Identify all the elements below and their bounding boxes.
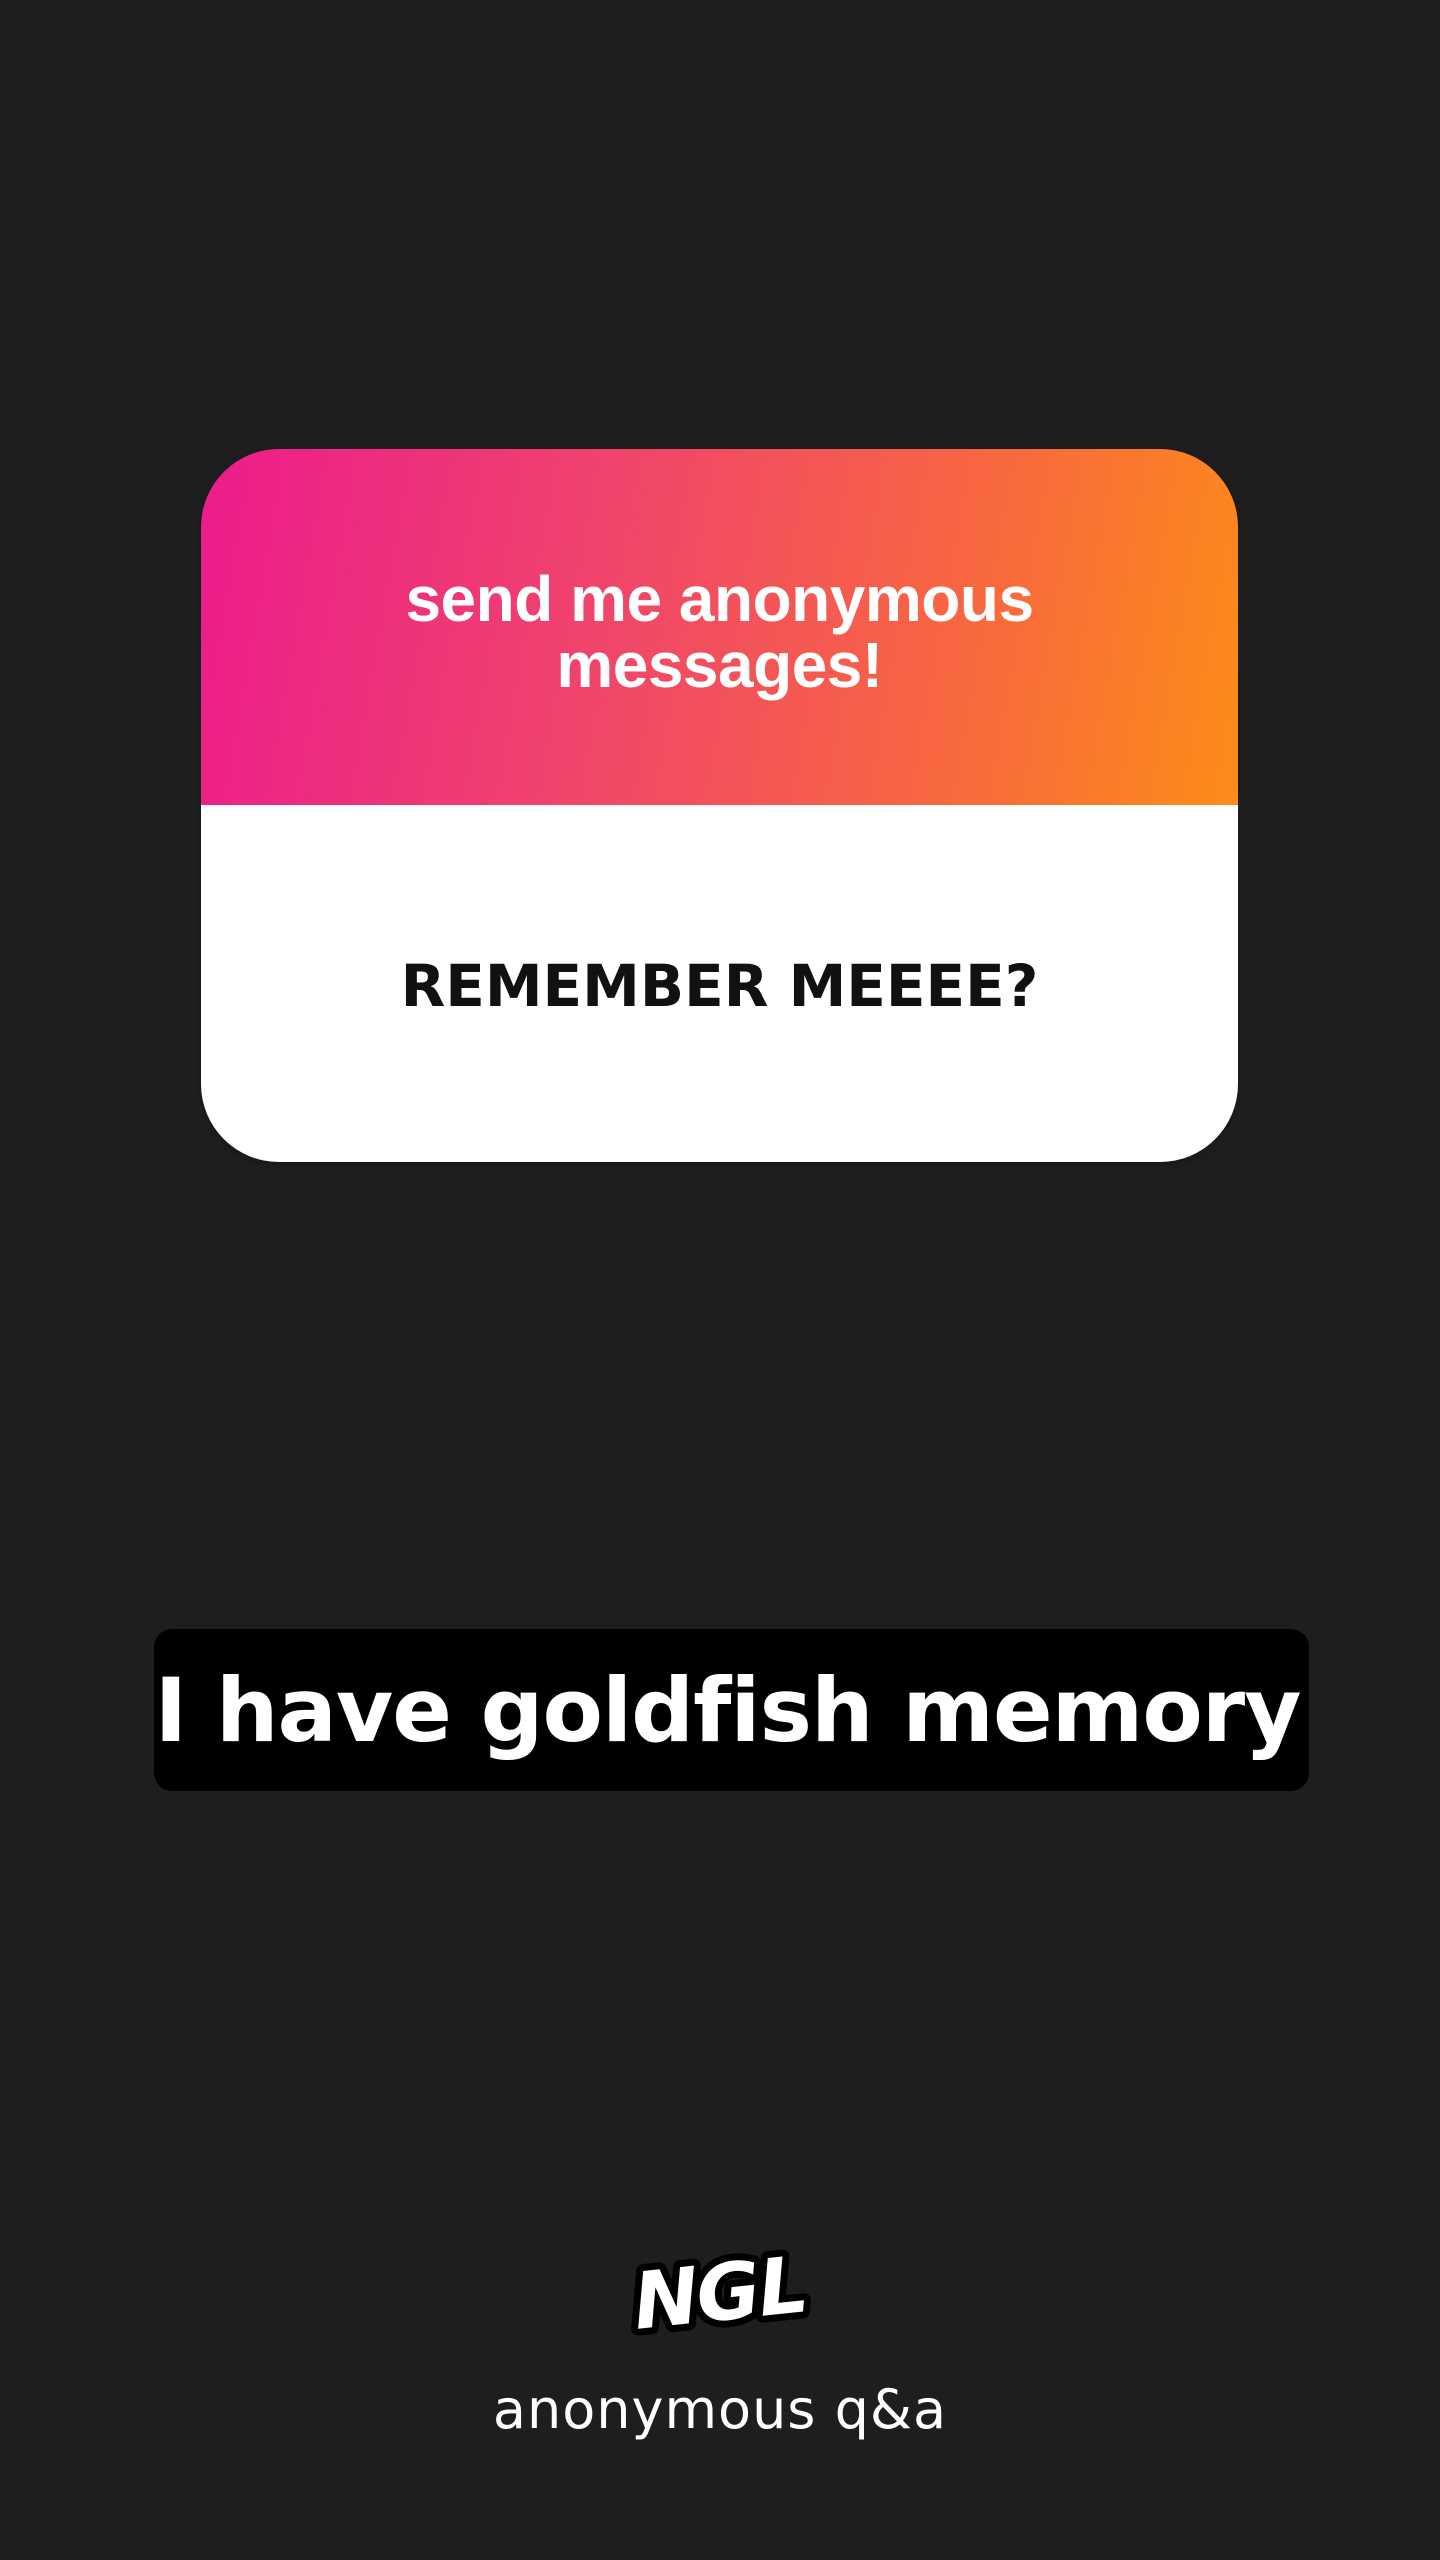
card-header: send me anonymous messages! — [201, 449, 1238, 805]
card-body: REMEMBER MEEEE? — [201, 805, 1238, 1162]
reply-caption: I have goldfish memory — [154, 1629, 1309, 1791]
ngl-logo-icon: NGL — [622, 2236, 817, 2355]
footer-caption: anonymous q&a — [492, 2378, 948, 2441]
ngl-logo: NGL — [620, 2236, 820, 2356]
question-card: send me anonymous messages! REMEMBER MEE… — [201, 449, 1238, 1162]
anonymous-message: REMEMBER MEEEE? — [400, 951, 1039, 1020]
card-prompt: send me anonymous messages! — [405, 563, 1034, 701]
logo-text: NGL — [629, 2240, 810, 2348]
reply-text: I have goldfish memory — [154, 1658, 1301, 1762]
